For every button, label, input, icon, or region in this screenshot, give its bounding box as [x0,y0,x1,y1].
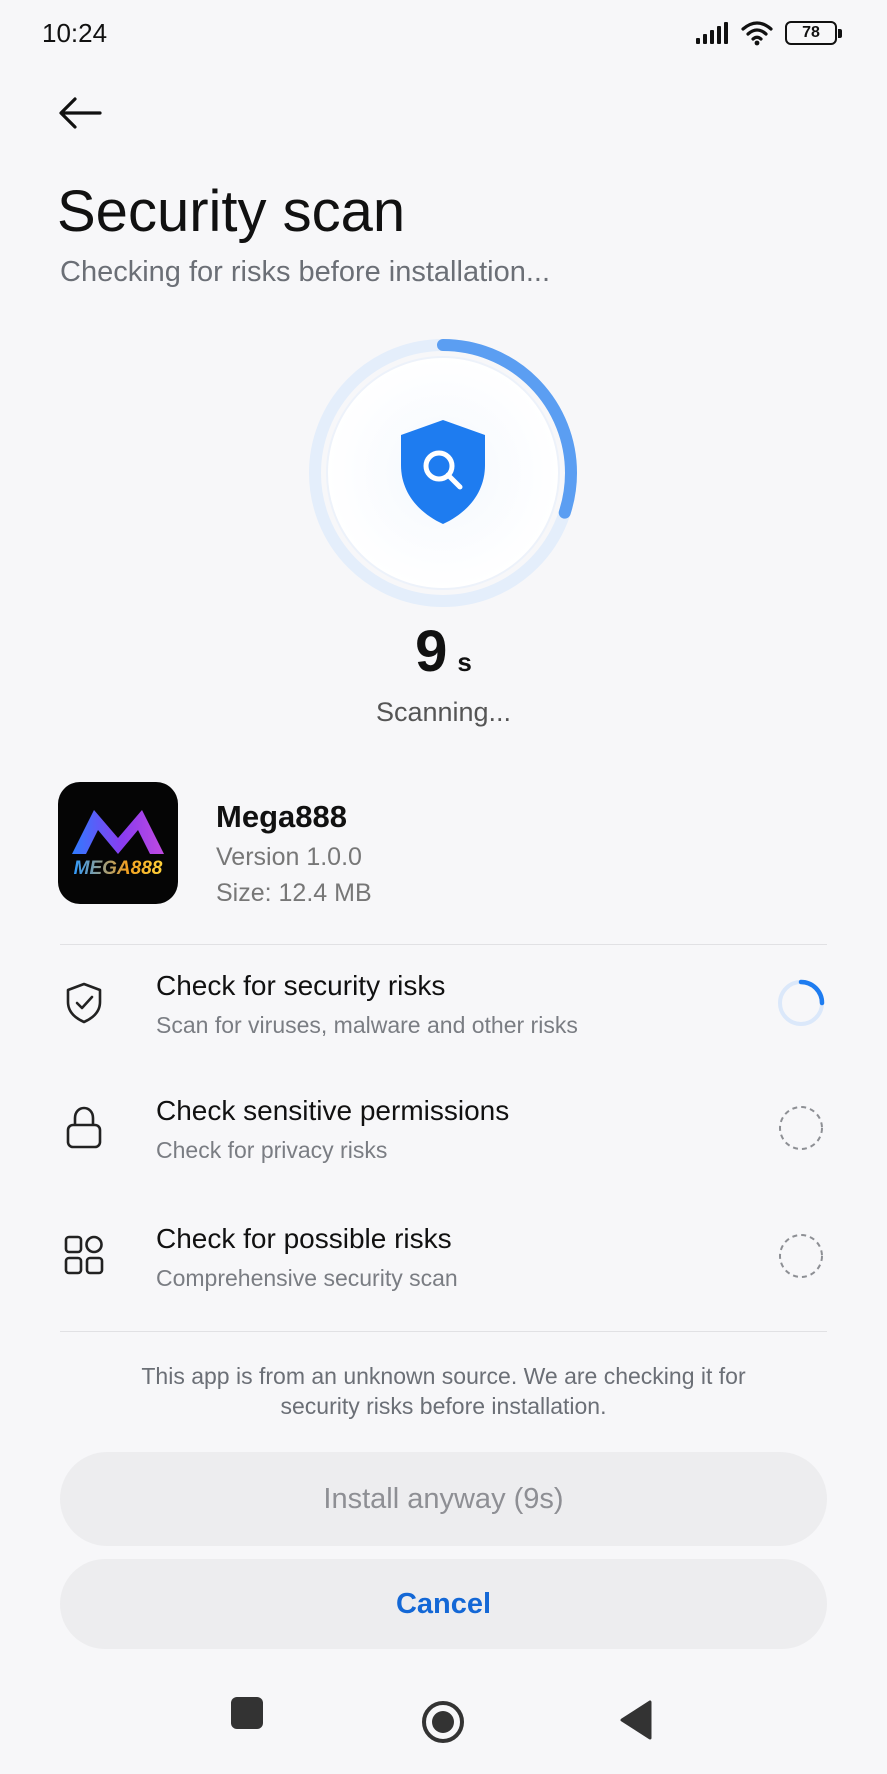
app-size: Size: 12.4 MB [216,879,372,907]
pending-circle-icon [779,1106,823,1150]
scan-status-label: Scanning... [375,697,512,727]
shield-check-icon [66,982,102,1024]
app-logo-text: MEGA888 [74,858,163,879]
back-button[interactable] [55,90,105,136]
apps-grid-icon [64,1235,104,1275]
check-title: Check for possible risks [156,1223,452,1254]
check-description: Comprehensive security scan [156,1265,458,1291]
unknown-source-notice: This app is from an unknown source. We a… [141,1363,746,1419]
app-icon: MEGA888 [58,782,178,904]
timer-unit: s [457,647,472,677]
check-title: Check for security risks [156,970,446,1001]
check-item-permissions: Check sensitive permissions Check for pr… [0,1085,887,1185]
app-version: Version 1.0.0 [216,843,362,871]
recents-button[interactable] [229,1695,265,1731]
back-nav-button[interactable] [620,1700,652,1740]
scan-progress-ring [307,337,579,609]
app-name: Mega888 [216,799,347,834]
battery-indicator: 78 [785,21,842,45]
check-description: Check for privacy risks [156,1137,388,1163]
loading-spinner-icon [778,979,825,1026]
status-icons: 78 [695,20,842,46]
home-button[interactable] [420,1699,466,1745]
divider-top [60,944,827,945]
timer-seconds: 9 [415,619,448,684]
scan-timer: 9 s [0,618,887,685]
lock-icon [66,1106,102,1149]
check-description: Scan for viruses, malware and other risk… [156,1012,578,1038]
check-item-security-risks: Check for security risks Scan for viruse… [0,960,887,1060]
divider-bottom [60,1331,827,1332]
signal-icon [696,22,728,44]
check-item-possible-risks: Check for possible risks Comprehensive s… [0,1213,887,1313]
install-anyway-button[interactable]: Install anyway (9s) [60,1452,827,1546]
wifi-icon [741,21,773,46]
page-subtitle: Checking for risks before installation..… [60,256,550,288]
cancel-button[interactable]: Cancel [60,1559,827,1649]
page-title: Security scan [57,179,406,244]
pending-circle-icon [779,1234,823,1278]
status-bar: 10:24 78 [0,0,887,64]
status-time: 10:24 [42,18,108,48]
back-arrow-icon [59,97,102,129]
check-title: Check sensitive permissions [156,1095,510,1126]
